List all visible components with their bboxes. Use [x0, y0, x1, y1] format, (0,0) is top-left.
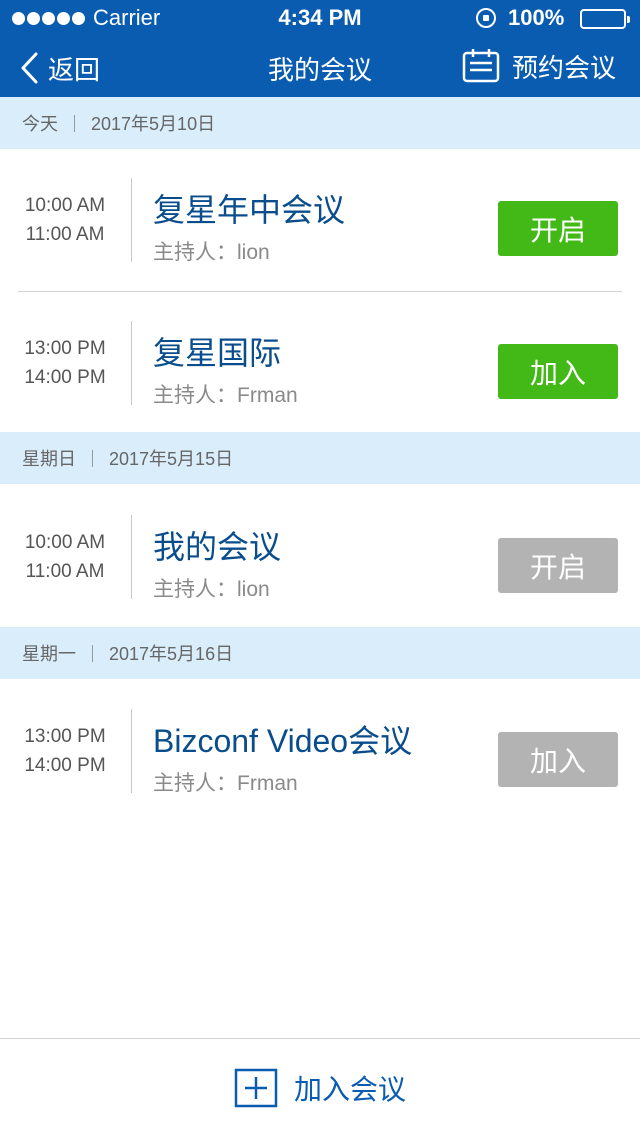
chevron-left-icon [21, 52, 38, 84]
group-date: 2017年5月16日 [109, 644, 234, 664]
time-divider [131, 178, 132, 262]
time-divider [131, 515, 132, 599]
plus-square-icon [234, 1068, 278, 1107]
meeting-time: 10:00 AM 11:00 AM [0, 191, 130, 249]
meeting-time: 13:00 PM 14:00 PM [0, 722, 130, 780]
app-header: Carrier 4:34 PM 100% 返回 我的会议 预约会议 [0, 0, 640, 97]
group-divider [92, 644, 93, 662]
meeting-time: 13:00 PM 14:00 PM [0, 334, 130, 392]
meeting-end-time: 14:00 PM [24, 367, 106, 388]
date-group-header: 今天 2017年5月10日 [0, 97, 640, 149]
meeting-title: Bizconf Video会议 [153, 723, 413, 759]
meeting-item[interactable]: 13:00 PM 14:00 PM 复星国际 主持人：Frman 加入 [0, 292, 640, 434]
date-group-header: 星期一 2017年5月16日 [0, 627, 640, 679]
meeting-end-time: 14:00 PM [24, 755, 106, 776]
book-meeting-button[interactable]: 预约会议 [462, 46, 616, 86]
date-group-header: 星期日 2017年5月15日 [0, 432, 640, 484]
time-divider [131, 709, 132, 793]
group-date: 2017年5月10日 [91, 114, 216, 134]
meeting-host: 主持人：lion [153, 241, 270, 264]
meeting-end-time: 11:00 AM [25, 224, 105, 245]
meeting-action-button[interactable]: 开启 [498, 201, 618, 256]
rotation-lock-icon [476, 8, 496, 28]
back-button[interactable]: 返回 [20, 50, 100, 86]
join-meeting-button[interactable]: 加入会议 [0, 1039, 640, 1136]
meeting-action-button[interactable]: 加入 [498, 732, 618, 787]
meeting-start-time: 10:00 AM [24, 195, 106, 216]
meeting-start-time: 13:00 PM [24, 338, 106, 359]
navigation-bar: 返回 我的会议 预约会议 [0, 38, 640, 97]
meeting-host: 主持人：lion [153, 578, 270, 601]
status-bar: Carrier 4:34 PM 100% [0, 0, 640, 38]
meeting-host: 主持人：Frman [153, 772, 298, 795]
battery-percentage: 100% [508, 5, 565, 30]
meeting-title: 复星年中会议 [153, 192, 346, 228]
meeting-item[interactable]: 10:00 AM 11:00 AM 复星年中会议 主持人：lion 开启 [0, 149, 640, 291]
meeting-action-button[interactable]: 开启 [498, 538, 618, 593]
meeting-action-button[interactable]: 加入 [498, 344, 618, 399]
group-divider [74, 114, 75, 132]
meeting-host: 主持人：Frman [153, 384, 298, 407]
time-divider [131, 321, 132, 405]
battery-icon [580, 9, 630, 29]
group-day: 星期日 [22, 449, 76, 469]
meeting-title: 我的会议 [153, 529, 282, 565]
meeting-start-time: 13:00 PM [24, 726, 106, 747]
book-meeting-label: 预约会议 [511, 52, 616, 83]
meeting-end-time: 11:00 AM [25, 561, 105, 582]
meeting-time: 10:00 AM 11:00 AM [0, 528, 130, 586]
calendar-icon [462, 49, 500, 83]
back-label: 返回 [48, 54, 101, 85]
meeting-item[interactable]: 13:00 PM 14:00 PM Bizconf Video会议 主持人：Fr… [0, 680, 640, 822]
group-divider [92, 449, 93, 467]
group-date: 2017年5月15日 [109, 449, 234, 469]
meeting-item[interactable]: 10:00 AM 11:00 AM 我的会议 主持人：lion 开启 [0, 486, 640, 628]
join-meeting-label: 加入会议 [293, 1073, 406, 1105]
bottom-bar: 加入会议 [0, 1038, 640, 1136]
meeting-title: 复星国际 [153, 335, 282, 371]
meeting-start-time: 10:00 AM [24, 532, 106, 553]
group-day: 星期一 [22, 644, 76, 664]
group-day: 今天 [22, 114, 58, 134]
